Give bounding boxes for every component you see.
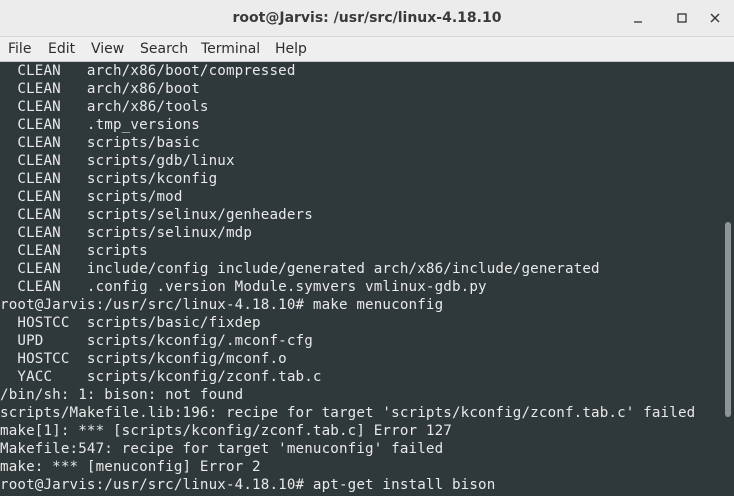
- terminal-error-line: Makefile:547: recipe for target 'menucon…: [0, 441, 444, 457]
- terminal-line: CLEAN scripts/gdb/linux: [0, 153, 235, 169]
- menu-view[interactable]: View: [91, 37, 124, 61]
- terminal-prompt-line: root@Jarvis:/usr/src/linux-4.18.10# apt-…: [0, 477, 496, 493]
- minimize-button[interactable]: [623, 0, 653, 37]
- terminal-output[interactable]: CLEAN arch/x86/boot/compressed CLEAN arc…: [0, 62, 722, 496]
- terminal-line: YACC scripts/kconfig/zconf.tab.c: [0, 369, 322, 385]
- terminal-line: CLEAN .config .version Module.symvers vm…: [0, 279, 487, 295]
- close-icon: [700, 12, 730, 24]
- terminal-error-line: /bin/sh: 1: bison: not found: [0, 387, 244, 403]
- menu-file[interactable]: File: [8, 37, 31, 61]
- menu-search[interactable]: Search: [140, 37, 188, 61]
- scrollbar-thumb[interactable]: [725, 222, 731, 417]
- terminal-line: CLEAN arch/x86/tools: [0, 99, 209, 115]
- menu-help[interactable]: Help: [275, 37, 307, 61]
- terminal-line: HOSTCC scripts/kconfig/mconf.o: [0, 351, 287, 367]
- scrollbar[interactable]: [722, 62, 734, 496]
- terminal-line: CLEAN scripts: [0, 243, 148, 259]
- title-bar[interactable]: root@Jarvis: /usr/src/linux-4.18.10: [0, 0, 734, 37]
- menu-edit[interactable]: Edit: [48, 37, 75, 61]
- terminal-line: CLEAN scripts/kconfig: [0, 171, 218, 187]
- terminal-error-line: make[1]: *** [scripts/kconfig/zconf.tab.…: [0, 423, 452, 439]
- terminal-line: CLEAN scripts/selinux/mdp: [0, 225, 253, 241]
- maximize-icon: [667, 12, 697, 24]
- menu-bar: File Edit View Search Terminal Help: [0, 37, 734, 62]
- terminal-line: CLEAN scripts/selinux/genheaders: [0, 207, 313, 223]
- terminal-line: CLEAN arch/x86/boot: [0, 81, 200, 97]
- terminal-error-line: scripts/Makefile.lib:196: recipe for tar…: [0, 405, 696, 421]
- terminal-line: HOSTCC scripts/basic/fixdep: [0, 315, 261, 331]
- terminal-line: UPD scripts/kconfig/.mconf-cfg: [0, 333, 313, 349]
- terminal-error-line: make: *** [menuconfig] Error 2: [0, 459, 261, 475]
- terminal-prompt-line: root@Jarvis:/usr/src/linux-4.18.10# make…: [0, 297, 444, 313]
- terminal-line: CLEAN scripts/mod: [0, 189, 183, 205]
- maximize-button[interactable]: [667, 0, 697, 37]
- close-button[interactable]: [700, 0, 730, 37]
- minimize-icon: [623, 12, 653, 24]
- terminal-line: CLEAN scripts/basic: [0, 135, 200, 151]
- menu-terminal[interactable]: Terminal: [201, 37, 260, 61]
- terminal-window: root@Jarvis: /usr/src/linux-4.18.10 File…: [0, 0, 734, 496]
- terminal-line: CLEAN .tmp_versions: [0, 117, 200, 133]
- terminal-line: CLEAN arch/x86/boot/compressed: [0, 63, 296, 79]
- terminal-line: CLEAN include/config include/generated a…: [0, 261, 600, 277]
